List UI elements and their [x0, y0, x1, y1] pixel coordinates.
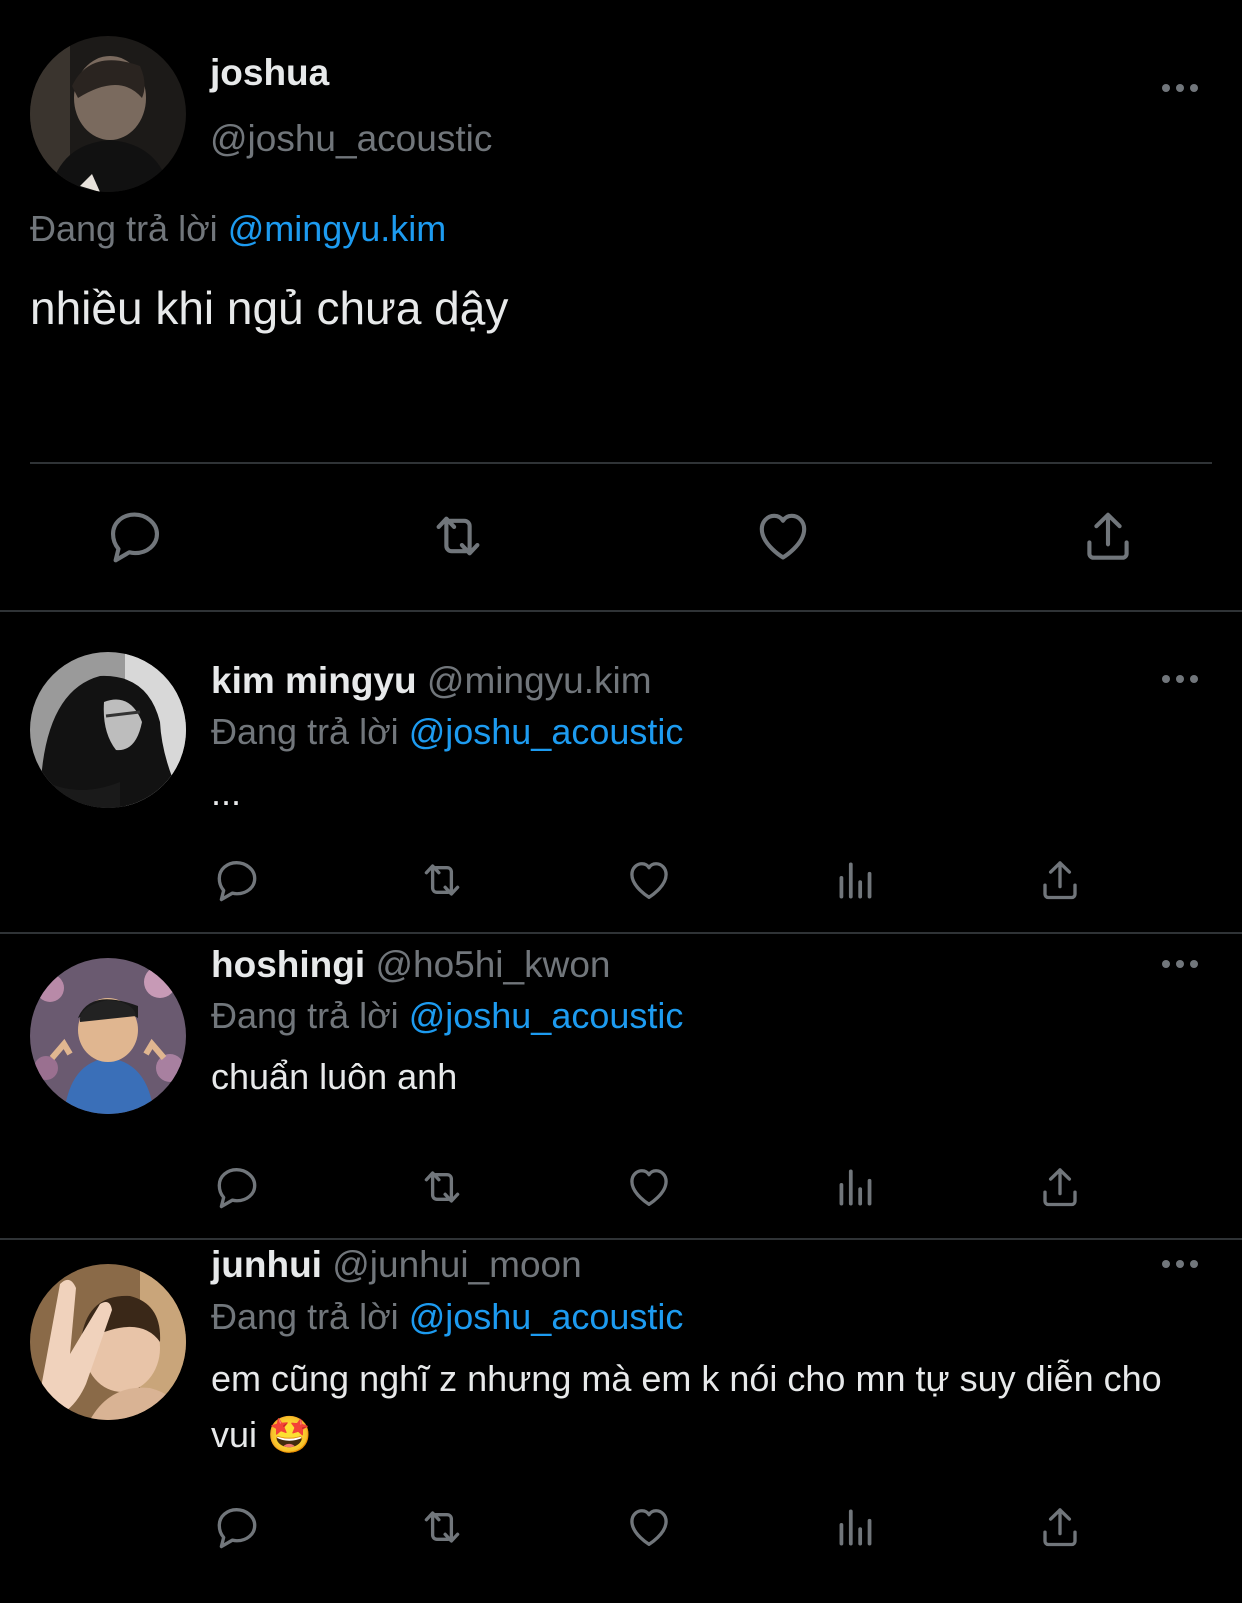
author-name[interactable]: hoshingi	[211, 944, 365, 985]
reply-tweet: junhui @junhui_moon Đang trả lời @joshu_…	[0, 1240, 1242, 1603]
author-handle[interactable]: @junhui_moon	[332, 1244, 581, 1285]
views-icon[interactable]	[831, 1502, 881, 1552]
replying-to: Đang trả lời @joshu_acoustic	[211, 1296, 683, 1338]
tweet-text: ...	[211, 772, 242, 813]
author-handle[interactable]: @ho5hi_kwon	[375, 944, 610, 985]
replying-prefix: Đang trả lời	[30, 208, 218, 249]
replying-mention[interactable]: @joshu_acoustic	[409, 711, 684, 752]
author-handle[interactable]: @joshu_acoustic	[210, 118, 492, 160]
replying-to: Đang trả lời @mingyu.kim	[30, 208, 446, 250]
share-icon[interactable]	[1035, 1162, 1085, 1212]
author-name[interactable]: kim mingyu	[211, 660, 417, 701]
replying-to: Đang trả lời @joshu_acoustic	[211, 995, 683, 1037]
replying-to: Đang trả lời @joshu_acoustic	[211, 711, 683, 753]
tweet-text: nhiều khi ngủ chưa dậy	[30, 282, 509, 334]
replying-prefix: Đang trả lời	[211, 1296, 399, 1337]
avatar[interactable]	[30, 36, 186, 192]
tweet-actions	[0, 505, 1242, 569]
avatar[interactable]	[30, 652, 186, 808]
replying-mention[interactable]: @mingyu.kim	[228, 208, 447, 249]
share-icon[interactable]	[1035, 1502, 1085, 1552]
replying-mention[interactable]: @joshu_acoustic	[409, 995, 684, 1036]
retweet-icon[interactable]	[415, 1502, 469, 1552]
reply-tweet: kim mingyu @mingyu.kim Đang trả lời @jos…	[0, 612, 1242, 932]
replying-prefix: Đang trả lời	[211, 995, 399, 1036]
avatar[interactable]	[30, 1264, 186, 1420]
retweet-icon[interactable]	[424, 505, 492, 567]
more-icon[interactable]	[1158, 76, 1202, 100]
share-icon[interactable]	[1077, 505, 1139, 567]
reply-header: hoshingi @ho5hi_kwon	[211, 944, 610, 986]
more-icon[interactable]	[1158, 952, 1202, 976]
share-icon[interactable]	[1035, 855, 1085, 905]
main-tweet: joshua @joshu_acoustic Đang trả lời @min…	[0, 0, 1242, 610]
author-handle[interactable]: @mingyu.kim	[427, 660, 652, 701]
avatar[interactable]	[30, 958, 186, 1114]
more-icon[interactable]	[1158, 1252, 1202, 1276]
reply-icon[interactable]	[212, 855, 262, 905]
tweet-text: em cũng nghĩ z nhưng mà em k nói cho mn …	[211, 1358, 1162, 1455]
author-name[interactable]: junhui	[211, 1244, 322, 1285]
author-name[interactable]: joshua	[210, 52, 329, 94]
views-icon[interactable]	[831, 1162, 881, 1212]
like-icon[interactable]	[751, 505, 815, 567]
retweet-icon[interactable]	[415, 855, 469, 905]
like-icon[interactable]	[623, 855, 675, 905]
reply-tweet: hoshingi @ho5hi_kwon Đang trả lời @joshu…	[0, 934, 1242, 1238]
replying-mention[interactable]: @joshu_acoustic	[409, 1296, 684, 1337]
retweet-icon[interactable]	[415, 1162, 469, 1212]
replying-prefix: Đang trả lời	[211, 711, 399, 752]
reply-icon[interactable]	[212, 1162, 262, 1212]
tweet-text: chuẩn luôn anh	[211, 1056, 458, 1097]
reply-header: kim mingyu @mingyu.kim	[211, 660, 652, 702]
reply-icon[interactable]	[104, 505, 166, 567]
views-icon[interactable]	[831, 855, 881, 905]
reply-icon[interactable]	[212, 1502, 262, 1552]
more-icon[interactable]	[1158, 667, 1202, 691]
divider	[30, 462, 1212, 464]
like-icon[interactable]	[623, 1502, 675, 1552]
like-icon[interactable]	[623, 1162, 675, 1212]
reply-header: junhui @junhui_moon	[211, 1244, 582, 1286]
